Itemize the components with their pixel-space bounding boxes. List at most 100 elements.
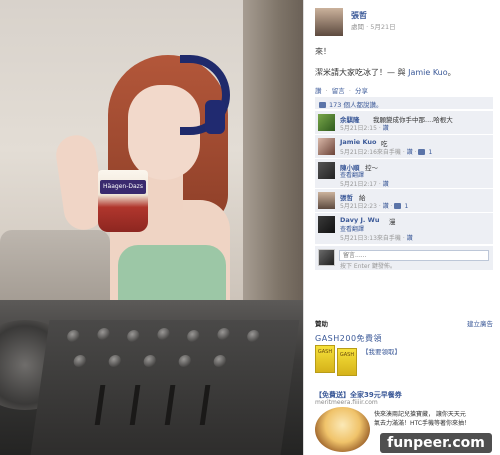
mixer-fader: [94, 385, 106, 425]
comment-timestamp: 5月21日2:17: [340, 181, 377, 188]
mixer-knob: [216, 328, 231, 340]
dj-photo: Häagen-Dazs: [0, 0, 303, 455]
mixer-knob: [156, 328, 171, 340]
comment-like-link[interactable]: 讚: [407, 149, 413, 156]
tagged-user-link[interactable]: Jamie Kuo: [408, 68, 448, 77]
ad2-description-line-2: 氣去力滿滿！HTC手機等著你來抽！: [374, 420, 471, 427]
meta-separator: ·: [414, 149, 417, 156]
meta-separator: ·: [378, 181, 381, 188]
mixer-knob: [107, 355, 122, 367]
watermark-logo: funpeer.com: [380, 433, 492, 453]
comment-text: 漫: [389, 218, 396, 226]
comment-meta: 5月21日2:15 · 讚: [340, 123, 389, 132]
comment-meta: 5月21日2:23 · 讚 · 1: [340, 201, 408, 210]
comment-timestamp: 5月21日2:23: [340, 203, 377, 210]
comment-like-count[interactable]: 1: [404, 203, 408, 210]
ad1-cta-link[interactable]: 【我要領取】: [362, 346, 401, 356]
comment-meta: 5月21日2:17 · 讚: [340, 179, 389, 188]
mixer-knob: [96, 328, 111, 340]
my-avatar: [318, 249, 335, 266]
poster-avatar[interactable]: [315, 8, 343, 36]
comment-like-count[interactable]: 1: [428, 149, 432, 156]
comment-text: 控～: [365, 164, 378, 172]
comment-like-link[interactable]: 讚: [407, 235, 413, 242]
meta-separator: ·: [402, 235, 405, 242]
ad2-description-line-1: 快來湊兩記兒搶寶藏， 讓你天天元: [374, 411, 466, 418]
create-ad-link[interactable]: 建立廣告: [467, 318, 493, 328]
like-count-icon: [394, 203, 402, 209]
comment-item: Davy J. Wu 漫 查看翻譯 5月21日3:13來自手機 · 讚: [315, 212, 493, 244]
mixer-knob: [212, 355, 227, 367]
comment-item: Jamie Kuo 吃 5月21日2:16來自手機 · 讚 · 1: [315, 134, 493, 158]
comment-link[interactable]: 留言: [332, 87, 345, 95]
see-translation-text[interactable]: 查看翻譯: [340, 172, 364, 179]
comment-input[interactable]: [339, 250, 489, 261]
likes-summary: 173 個人都說讚。: [315, 97, 493, 109]
thumbs-up-icon: [319, 102, 326, 108]
commenter-name[interactable]: Davy J. Wu: [340, 216, 379, 224]
action-separator: ·: [348, 87, 351, 95]
comment-meta: 5月21日3:13來自手機 · 讚: [340, 233, 413, 242]
like-count-icon: [418, 149, 426, 155]
mixer-knob: [246, 330, 261, 342]
post-text-line-1: 來！: [315, 47, 331, 56]
mixer-knob: [126, 330, 141, 342]
comment-timestamp: 5月21日2:16來自手機: [340, 149, 401, 156]
facebook-post-panel: 張哲 處聞 · 5月21日 來！ 潔米請大家吃冰了！— 與 Jamie Kuo。…: [303, 0, 500, 455]
post-text-line-2: 潔米請大家吃冰了！— 與 Jamie Kuo。: [315, 67, 456, 78]
meta-separator: ·: [366, 23, 369, 31]
post-text-suffix: 。: [447, 68, 456, 77]
mixer-knob: [177, 355, 192, 367]
comment-item: 張哲 給 5月21日2:23 · 讚 · 1: [315, 188, 493, 212]
comment-like-link[interactable]: 讚: [383, 203, 389, 210]
commenter-avatar[interactable]: [318, 216, 335, 233]
comment-enter-hint: 按下 Enter 鍵發佈。: [340, 263, 396, 270]
action-separator: ·: [325, 87, 328, 95]
ad1-title-link[interactable]: GASH200免費領: [315, 333, 382, 344]
mixer-fader: [164, 385, 176, 425]
meta-separator: ·: [390, 203, 393, 210]
commenter-name[interactable]: Jamie Kuo: [340, 138, 377, 146]
mixer-fader: [199, 385, 211, 425]
commenter-avatar[interactable]: [318, 138, 335, 155]
gash-card-label: GASH: [317, 349, 333, 355]
likes-count-link[interactable]: 173 個人都說讚。: [329, 101, 382, 109]
dj-mixer: [30, 320, 300, 455]
post-privacy: 處聞: [351, 23, 364, 31]
comment-item: 陳小順 控～ 查看翻譯 5月21日2:17 · 讚: [315, 158, 493, 188]
meta-separator: ·: [378, 203, 381, 210]
like-link[interactable]: 讚: [315, 87, 322, 95]
ice-cream-cup-logo: Häagen-Dazs: [100, 180, 146, 194]
commenter-avatar[interactable]: [318, 192, 335, 209]
gash-card-image[interactable]: GASH: [337, 348, 357, 376]
post-text: 潔米請大家吃冰了！— 與: [315, 68, 406, 77]
post-actions: 讚 · 留言 · 分享: [315, 85, 370, 95]
comment-like-link[interactable]: 讚: [383, 181, 389, 188]
photo-curtain: [243, 0, 303, 330]
sponsored-label: 贊助: [315, 320, 328, 328]
comment-like-link[interactable]: 讚: [383, 125, 389, 132]
comment-timestamp: 5月21日2:15: [340, 125, 377, 132]
mixer-knob: [72, 355, 87, 367]
mixer-fader: [129, 385, 141, 425]
comment-meta: 5月21日2:16來自手機 · 讚 · 1: [340, 147, 432, 156]
ad2-mascot-image[interactable]: [315, 407, 370, 452]
see-translation-link[interactable]: 查看翻譯: [340, 170, 364, 179]
poster-name[interactable]: 張哲: [351, 10, 367, 21]
see-translation-text[interactable]: 查看翻譯: [340, 226, 364, 233]
comment-timestamp: 5月21日3:13來自手機: [340, 235, 401, 242]
commenter-avatar[interactable]: [318, 114, 335, 131]
mixer-knob: [66, 330, 81, 342]
gash-card-image[interactable]: GASH: [315, 345, 335, 373]
see-translation-link[interactable]: 查看翻譯: [340, 224, 364, 233]
post-meta: 處聞 · 5月21日: [351, 21, 396, 31]
commenter-avatar[interactable]: [318, 162, 335, 179]
share-link[interactable]: 分享: [355, 87, 368, 95]
meta-separator: ·: [378, 125, 381, 132]
ad2-url: meritmeera.fiiiir.com: [315, 399, 378, 406]
gash-card-label: GASH: [339, 352, 355, 358]
post-date[interactable]: 5月21日: [370, 23, 395, 31]
meta-separator: ·: [402, 149, 405, 156]
sponsored-header: 贊助 建立廣告: [315, 318, 493, 328]
mixer-knob: [142, 355, 157, 367]
